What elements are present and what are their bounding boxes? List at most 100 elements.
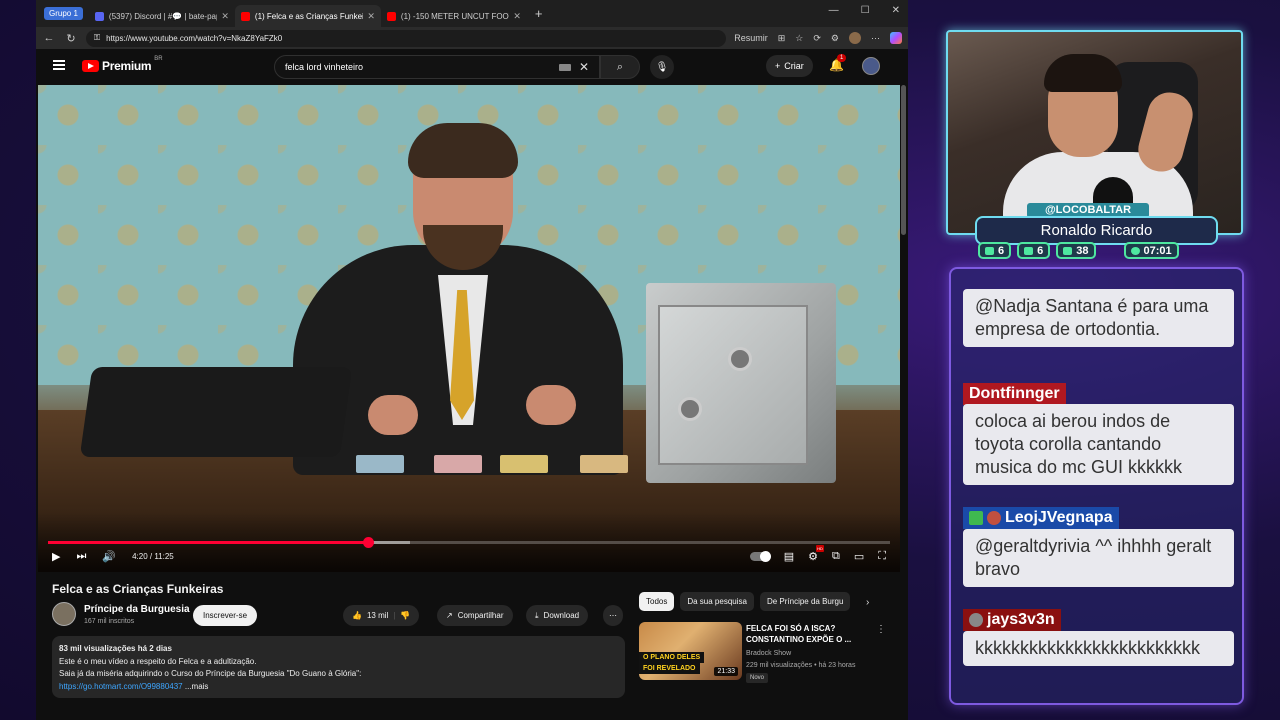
stat-viewers: 38 <box>1056 242 1096 259</box>
extensions-icon[interactable]: ⚙ <box>831 33 839 44</box>
video-player[interactable]: ▶ ⏭ 🔊 4:20 / 11:25 ▤ ⚙ HD ⧉ ▭ ⛶ <box>38 85 900 572</box>
thumbs-down-icon[interactable]: 👎 <box>400 611 410 620</box>
description-line: Saia já da miséria adquirindo o Curso do… <box>59 669 362 678</box>
close-window-icon[interactable]: ✕ <box>892 5 900 16</box>
tab-felca-video[interactable]: (1) Felca e as Crianças Funkeiras ✕ <box>234 5 381 27</box>
new-tab-icon[interactable]: + <box>535 6 543 21</box>
theater-mode-icon[interactable]: ▭ <box>854 550 864 563</box>
more-icon[interactable]: ⋯ <box>871 33 880 44</box>
video-frame-hair <box>408 123 518 178</box>
share-label: Compartilhar <box>457 611 504 620</box>
show-more-link[interactable]: ...mais <box>185 682 209 691</box>
reload-icon[interactable]: ↻ <box>64 32 78 45</box>
account-avatar[interactable] <box>862 57 880 75</box>
like-button[interactable]: 👍 13 mil | 👎 <box>343 605 420 626</box>
more-actions-button[interactable]: ⋯ <box>603 605 623 626</box>
close-icon[interactable]: ✕ <box>221 11 229 22</box>
chip-from-channel[interactable]: De Príncipe da Burgu <box>759 592 851 611</box>
video-frame-money <box>580 455 628 473</box>
tab-uncut-footage[interactable]: (1) -150 METER UNCUT FOOTAGE ✕ <box>381 5 527 27</box>
profile-avatar[interactable] <box>849 32 861 44</box>
scrollbar-thumb[interactable] <box>901 85 906 235</box>
youtube-icon <box>386 11 396 21</box>
share-button[interactable]: ↗ Compartilhar <box>437 605 513 626</box>
summarize-button[interactable]: Resumir <box>734 33 768 43</box>
youtube-logo[interactable]: Premium BR <box>82 56 163 73</box>
right-controls: ▤ ⚙ HD ⧉ ▭ ⛶ <box>749 545 886 563</box>
progress-bar[interactable] <box>48 537 890 548</box>
video-frame-hand <box>526 385 576 425</box>
recommended-title[interactable]: FELCA FOI SÓ A ISCA? CONSTANTINO EXPÕE O… <box>746 623 871 645</box>
close-icon[interactable]: ✕ <box>367 11 375 22</box>
favorite-icon[interactable]: ☆ <box>795 33 803 44</box>
channel-avatar[interactable] <box>52 602 76 626</box>
logo-text: Premium <box>102 59 152 73</box>
copilot-icon[interactable] <box>890 32 902 44</box>
scrollbar[interactable] <box>901 85 906 705</box>
chat-message: @geraltdyrivia ^^ ihhhh geralt bravo <box>963 529 1234 587</box>
new-badge: Novo <box>746 673 769 683</box>
stat-value: 38 <box>1076 244 1089 257</box>
thumbnail-text: O PLANO DELES <box>639 652 705 663</box>
extension-icon[interactable]: ⊞ <box>778 33 786 44</box>
video-icon <box>1024 246 1034 255</box>
subtitles-icon[interactable]: ▤ <box>784 550 794 563</box>
back-icon[interactable]: ← <box>42 32 56 44</box>
channel-name[interactable]: Príncipe da Burguesia <box>84 604 190 615</box>
subscribe-button[interactable]: Inscrever-se <box>193 605 258 626</box>
chat-panel: @Nadja Santana é para uma empresa de ort… <box>949 267 1244 705</box>
next-icon[interactable]: ⏭ <box>76 550 86 563</box>
description-link[interactable]: https://go.hotmart.com/O99880437 <box>59 682 183 691</box>
tab-title: (1) -150 METER UNCUT FOOTAGE <box>400 11 509 21</box>
url-text: https://www.youtube.com/watch?v=NkaZ8YaF… <box>106 33 283 43</box>
recommended-meta: 229 mil visualizações • há 23 horas <box>746 662 856 669</box>
settings-icon[interactable]: ⚙ HD <box>808 545 824 563</box>
volume-icon[interactable]: 🔊 <box>102 550 116 563</box>
refresh-icon[interactable]: ⟳ <box>813 33 821 44</box>
country-code: BR <box>154 56 163 62</box>
tab-discord[interactable]: (5397) Discord | #💬 | bate-papo ✕ <box>89 5 235 27</box>
chat-message: @Nadja Santana é para uma empresa de ort… <box>963 289 1234 347</box>
thumbs-up-icon: 👍 <box>352 611 362 620</box>
chip-todos[interactable]: Todos <box>639 592 675 611</box>
tab-group-label[interactable]: Grupo 1 <box>44 7 83 20</box>
chip-from-search[interactable]: Da sua pesquisa <box>680 592 754 611</box>
search-input[interactable]: felca lord vinheteiro ✕ <box>274 55 600 79</box>
time-display: 4:20 / 11:25 <box>132 552 174 561</box>
fullscreen-icon[interactable]: ⛶ <box>878 550 886 563</box>
stream-stats: 6 6 38 07:01 <box>978 242 1179 259</box>
site-info-icon[interactable]: ⚿ <box>94 33 100 43</box>
username-text: Dontfinnger <box>969 385 1060 402</box>
recommended-thumbnail[interactable]: O PLANO DELES FOI REVELADO 21:33 <box>639 622 742 680</box>
keyboard-icon[interactable] <box>558 63 571 71</box>
close-icon[interactable]: ✕ <box>513 11 521 22</box>
voice-search-button[interactable]: 🎙 <box>650 55 674 79</box>
stat-value: 6 <box>998 244 1005 257</box>
recommended-channel[interactable]: Bradock Show <box>746 650 791 657</box>
miniplayer-icon[interactable]: ⧉ <box>832 550 840 563</box>
chevron-right-icon[interactable]: › <box>866 597 869 608</box>
scrubber-handle[interactable] <box>362 537 374 548</box>
youtube-header: Premium BR felca lord vinheteiro ✕ ⌕ 🎙 +… <box>36 49 908 85</box>
maximize-icon[interactable]: ☐ <box>861 5 870 16</box>
chat-message: kkkkkkkkkkkkkkkkkkkkkkkkk <box>963 631 1234 666</box>
minimize-icon[interactable]: — <box>829 5 839 16</box>
menu-icon[interactable] <box>53 60 65 70</box>
video-frame-dial <box>678 397 702 421</box>
tab-title: (5397) Discord | #💬 | bate-papo <box>108 11 218 21</box>
more-vertical-icon[interactable]: ⋮ <box>876 624 886 635</box>
search-button[interactable]: ⌕ <box>600 55 640 79</box>
chat-username: LeojJVegnapa <box>963 507 1119 529</box>
clear-search-icon[interactable]: ✕ <box>579 60 589 74</box>
autoplay-toggle[interactable] <box>749 551 771 562</box>
play-icon[interactable]: ▶ <box>52 550 60 563</box>
subscriber-count: 167 mil inscritos <box>84 618 135 625</box>
url-field[interactable]: ⚿ https://www.youtube.com/watch?v=NkaZ8Y… <box>86 29 727 47</box>
view-meta: 83 mil visualizações há 2 dias <box>59 644 172 653</box>
timer-value: 07:01 <box>1143 244 1172 257</box>
create-label: Criar <box>784 61 804 71</box>
create-button[interactable]: + Criar <box>766 55 813 77</box>
description-box[interactable]: 83 mil visualizações há 2 dias Este é o … <box>52 636 625 698</box>
download-button[interactable]: ⤓ Download <box>526 605 589 626</box>
notifications-button[interactable]: 🔔 1 <box>829 54 847 72</box>
